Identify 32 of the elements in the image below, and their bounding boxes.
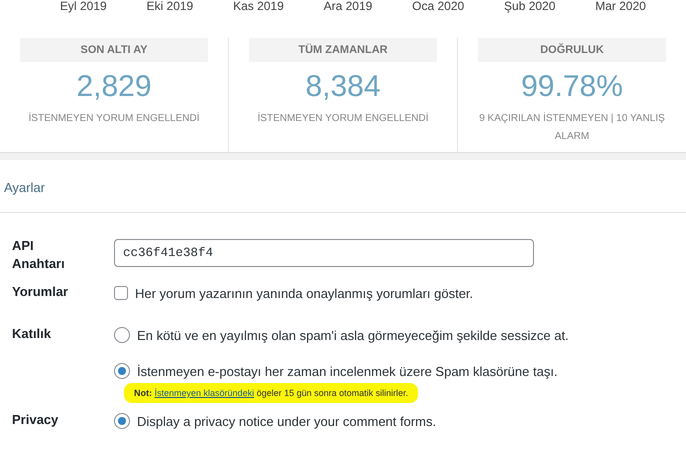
field-label: Yorumlar [12, 283, 70, 301]
axis-label: Eki 2019 [146, 0, 194, 14]
radio-button[interactable] [114, 363, 130, 379]
section-title: Ayarlar [0, 160, 686, 213]
field-label: API Anahtarı [12, 237, 66, 273]
stat-title: SON ALTI AY [20, 38, 208, 62]
stat-caption: 9 KAÇIRILAN İSTENMEYEN | 10 YANLIŞ ALARM [478, 111, 666, 144]
stat-value: 8,384 [305, 70, 381, 104]
api-key-field[interactable]: cc36f41e38f4 [114, 239, 534, 267]
radio-button[interactable] [114, 413, 130, 429]
stat-value: 99.78% [521, 70, 623, 104]
axis-label: Şub 2020 [504, 0, 556, 14]
stat-title: TÜM ZAMANLAR [249, 38, 437, 62]
stat-value: 2,829 [76, 70, 152, 104]
axis-label: Oca 2020 [412, 0, 464, 14]
spam-folder-link[interactable]: İstenmeyen klasöründeki [154, 388, 254, 398]
checkbox[interactable] [114, 286, 128, 300]
option-label: En kötü ve en yayılmış olan spam'i asla görmeyeceğim şekilde sessizce at. [137, 328, 569, 342]
radio-button[interactable] [114, 327, 130, 343]
option-label: İstenmeyen e-postayı her zaman incelenmek üzere Spam klasörüne taşı. [137, 364, 558, 378]
axis-label: Eyl 2019 [60, 0, 107, 14]
stat-caption: İSTENMEYEN YORUM ENGELLENDİ [258, 111, 428, 126]
stat-title: DOĞRULUK [478, 38, 666, 62]
note-text: Not: İstenmeyen klasöründeki ögeler 15 gün sonra otomatik silinirler. [124, 383, 418, 403]
option-label: Display a privacy notice under your comment forms. [137, 414, 436, 428]
option-label: Her yorum yazarının yanında onaylanmış yorumları göster. [135, 286, 474, 300]
axis-label: Ara 2019 [324, 0, 372, 14]
stat-caption: İSTENMEYEN YORUM ENGELLENDİ [28, 111, 200, 126]
field-label: Katılık [12, 325, 52, 343]
axis-label: Kas 2019 [233, 0, 284, 14]
field-label: Privacy [12, 411, 60, 429]
axis-label: Mar 2020 [595, 0, 646, 14]
